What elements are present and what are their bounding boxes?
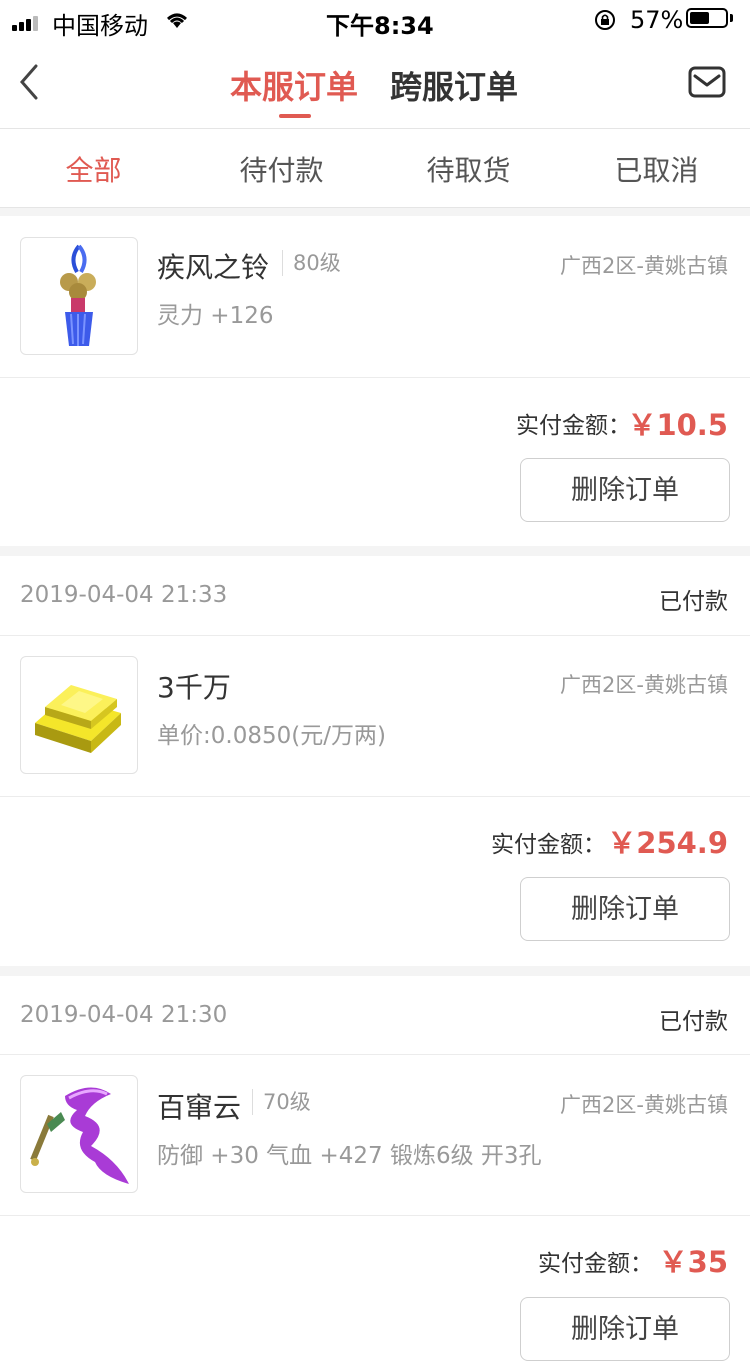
pay-label: 实付金额： xyxy=(516,413,631,439)
item-attributes: 单价:0.0850(元/万两) xyxy=(157,723,386,749)
battery-tip xyxy=(730,14,733,22)
item-level: 70级 xyxy=(252,1089,311,1115)
order-time: 2019-04-04 21:33 xyxy=(20,582,228,608)
chevron-left-icon xyxy=(20,64,38,100)
pay-amount: ￥254.9 xyxy=(607,826,728,860)
section-gap xyxy=(0,208,750,216)
filter-tab-cancelled[interactable]: 已取消 xyxy=(563,149,750,189)
envelope-icon xyxy=(688,66,726,98)
bell-tassel-icon xyxy=(60,244,96,346)
clock: 下午8:34 xyxy=(326,12,434,40)
item-thumbnail[interactable] xyxy=(20,656,138,774)
pay-label: 实付金额： xyxy=(491,832,606,858)
order-time: 2019-04-04 21:30 xyxy=(20,1002,228,1028)
order-status: 已付款 xyxy=(659,1009,728,1035)
item-name: 百窜云 xyxy=(157,1091,242,1124)
pay-amount: ￥35 xyxy=(658,1245,728,1279)
wifi-icon xyxy=(164,10,190,34)
message-button[interactable] xyxy=(688,66,728,98)
filter-tab-pending-pickup[interactable]: 待取货 xyxy=(375,149,562,189)
order-status: 已付款 xyxy=(659,589,728,615)
filter-tab-all[interactable]: 全部 xyxy=(0,149,187,189)
divider xyxy=(0,1054,750,1055)
tab-cross-orders[interactable]: 跨服订单 xyxy=(390,62,518,108)
section-gap xyxy=(0,966,750,976)
item-server: 广西2区-黄姚古镇 xyxy=(560,254,728,278)
gold-bars-icon xyxy=(35,685,121,753)
rotation-lock-icon xyxy=(594,9,616,35)
delete-order-button[interactable]: 删除订单 xyxy=(520,1297,730,1361)
active-tab-indicator xyxy=(279,114,311,118)
purple-ribbon-icon xyxy=(30,1087,129,1184)
carrier-label: 中国移动 xyxy=(52,12,148,40)
item-thumbnail[interactable] xyxy=(20,1075,138,1193)
delete-order-button[interactable]: 删除订单 xyxy=(520,458,730,522)
order-card: 2019-04-04 21:30 已付款 百窜云 70级 广西2区-黄姚古镇 防… xyxy=(0,976,750,1361)
item-attributes: 防御 +30 气血 +427 锻炼6级 开3孔 xyxy=(157,1143,542,1169)
section-gap xyxy=(0,546,750,556)
divider xyxy=(0,796,750,797)
item-server: 广西2区-黄姚古镇 xyxy=(560,673,728,697)
back-button[interactable] xyxy=(16,62,56,106)
nav-bar: 本服订单 跨服订单 xyxy=(0,40,750,129)
divider xyxy=(0,377,750,378)
item-thumbnail[interactable] xyxy=(20,237,138,355)
pay-amount: ￥10.5 xyxy=(627,408,728,442)
order-card: 疾风之铃 80级 广西2区-黄姚古镇 灵力 +126 实付金额： ￥10.5 删… xyxy=(0,216,750,546)
order-card: 2019-04-04 21:33 已付款 3千万 广西2区-黄姚古镇 单价:0.… xyxy=(0,556,750,966)
battery-icon xyxy=(686,8,728,28)
status-bar: 中国移动 下午8:34 57% xyxy=(0,0,750,40)
delete-order-button[interactable]: 删除订单 xyxy=(520,877,730,941)
pay-label: 实付金额： xyxy=(538,1251,653,1277)
tab-local-orders[interactable]: 本服订单 xyxy=(230,62,358,108)
item-name: 3千万 xyxy=(157,671,231,704)
item-level: 80级 xyxy=(282,250,341,276)
item-name: 疾风之铃 xyxy=(157,251,270,284)
battery-percent: 57% xyxy=(630,6,684,34)
item-server: 广西2区-黄姚古镇 xyxy=(560,1093,728,1117)
divider xyxy=(0,635,750,636)
filter-tabs: 全部 待付款 待取货 已取消 xyxy=(0,129,750,208)
divider xyxy=(0,1215,750,1216)
filter-tab-pending-payment[interactable]: 待付款 xyxy=(188,149,375,189)
signal-icon xyxy=(12,12,40,31)
item-attributes: 灵力 +126 xyxy=(157,303,274,329)
